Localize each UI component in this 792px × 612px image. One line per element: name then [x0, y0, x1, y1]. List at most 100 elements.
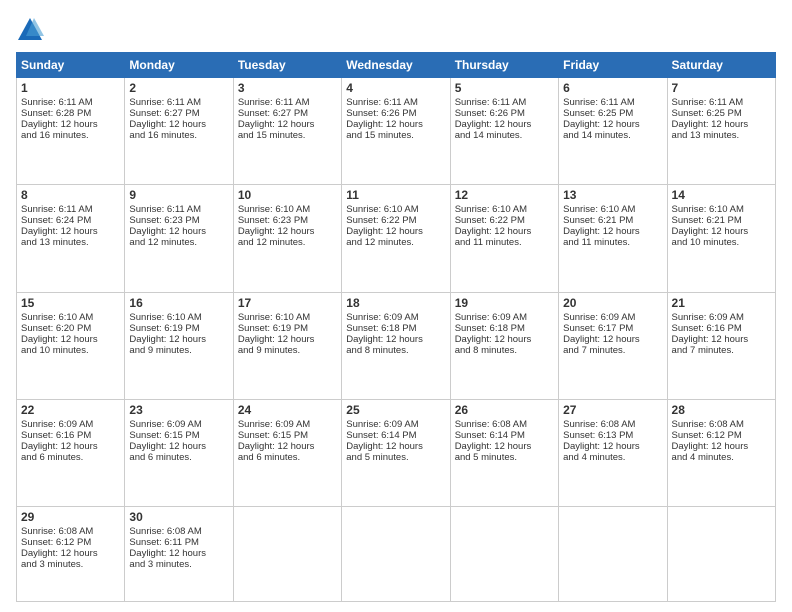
day-number: 5 — [455, 81, 554, 95]
daylight-label: Daylight: 12 hours — [238, 226, 315, 237]
sunrise-line: Sunrise: 6:09 AM — [672, 312, 744, 323]
daylight-label: Daylight: 12 hours — [672, 441, 749, 452]
daylight-minutes: and 10 minutes. — [21, 345, 89, 356]
calendar-cell: 16Sunrise: 6:10 AMSunset: 6:19 PMDayligh… — [125, 292, 233, 399]
sunrise-line: Sunrise: 6:08 AM — [563, 419, 635, 430]
day-number: 4 — [346, 81, 445, 95]
daylight-minutes: and 13 minutes. — [672, 130, 740, 141]
sunrise-line: Sunrise: 6:11 AM — [672, 97, 744, 108]
daylight-minutes: and 4 minutes. — [563, 452, 625, 463]
day-number: 9 — [129, 188, 228, 202]
col-header-thursday: Thursday — [450, 53, 558, 78]
sunset-line: Sunset: 6:22 PM — [346, 215, 416, 226]
sunrise-line: Sunrise: 6:10 AM — [672, 204, 744, 215]
calendar-cell: 26 Sunrise: 6:08 AMSunset: 6:14 PMDayligh… — [450, 399, 558, 506]
col-header-saturday: Saturday — [667, 53, 775, 78]
day-number: 23 — [129, 403, 228, 417]
sunrise-line: Sunrise: 6:08 AM — [672, 419, 744, 430]
daylight-minutes: and 4 minutes. — [672, 452, 734, 463]
calendar-cell: 15Sunrise: 6:10 AMSunset: 6:20 PMDayligh… — [17, 292, 125, 399]
calendar-cell: 30Sunrise: 6:08 AMSunset: 6:11 PMDayligh… — [125, 507, 233, 602]
day-number: 20 — [563, 296, 662, 310]
calendar-cell — [342, 507, 450, 602]
daylight-label: Daylight: 12 hours — [455, 441, 532, 452]
calendar-cell — [667, 507, 775, 602]
daylight-minutes: and 5 minutes. — [346, 452, 408, 463]
day-number: 27 — [563, 403, 662, 417]
daylight-label: Daylight: 12 hours — [455, 334, 532, 345]
daylight-label: Daylight: 12 hours — [563, 119, 640, 130]
sunrise-line: Sunrise: 6:08 AM — [129, 526, 201, 537]
day-number: 2 — [129, 81, 228, 95]
sunset-line: Sunset: 6:23 PM — [238, 215, 308, 226]
sunset-line: Sunset: 6:19 PM — [129, 323, 199, 334]
sunrise-line: Sunrise: 6:08 AM — [21, 526, 93, 537]
col-header-tuesday: Tuesday — [233, 53, 341, 78]
daylight-label: Daylight: 12 hours — [21, 334, 98, 345]
sunrise-line: Sunrise: 6:10 AM — [21, 312, 93, 323]
sunrise-line: Sunrise: 6:11 AM — [21, 97, 93, 108]
sunset-line: Sunset: 6:18 PM — [455, 323, 525, 334]
sunrise-line: Sunrise: 6:09 AM — [238, 419, 310, 430]
calendar-cell: 20Sunrise: 6:09 AMSunset: 6:17 PMDayligh… — [559, 292, 667, 399]
daylight-label: Daylight: 12 hours — [129, 119, 206, 130]
daylight-minutes: and 3 minutes. — [21, 559, 83, 570]
daylight-label: Daylight: 12 hours — [672, 119, 749, 130]
sunrise-line: Sunrise: 6:08 AM — [455, 419, 527, 430]
daylight-label: Daylight: 12 hours — [238, 119, 315, 130]
sunset-line: Sunset: 6:20 PM — [21, 323, 91, 334]
daylight-label: Daylight: 12 hours — [563, 441, 640, 452]
calendar-cell: 29Sunrise: 6:08 AMSunset: 6:12 PMDayligh… — [17, 507, 125, 602]
daylight-label: Daylight: 12 hours — [672, 226, 749, 237]
day-number: 18 — [346, 296, 445, 310]
daylight-label: Daylight: 12 hours — [563, 334, 640, 345]
sunset-line: Sunset: 6:15 PM — [129, 430, 199, 441]
daylight-minutes: and 6 minutes. — [129, 452, 191, 463]
page-header — [16, 16, 776, 44]
calendar-cell: 19Sunrise: 6:09 AMSunset: 6:18 PMDayligh… — [450, 292, 558, 399]
day-number: 14 — [672, 188, 771, 202]
day-number: 21 — [672, 296, 771, 310]
sunset-line: Sunset: 6:27 PM — [238, 108, 308, 119]
daylight-label: Daylight: 12 hours — [346, 441, 423, 452]
day-number: 3 — [238, 81, 337, 95]
sunset-line: Sunset: 6:22 PM — [455, 215, 525, 226]
daylight-label: Daylight: 12 hours — [672, 334, 749, 345]
calendar-cell: 10Sunrise: 6:10 AMSunset: 6:23 PMDayligh… — [233, 185, 341, 292]
day-number: 28 — [672, 403, 771, 417]
daylight-label: Daylight: 12 hours — [21, 119, 98, 130]
sunrise-line: Sunrise: 6:10 AM — [455, 204, 527, 215]
sunset-line: Sunset: 6:28 PM — [21, 108, 91, 119]
daylight-label: Daylight: 12 hours — [129, 226, 206, 237]
day-number: 26 — [455, 403, 554, 417]
calendar-cell: 6Sunrise: 6:11 AMSunset: 6:25 PMDaylight… — [559, 78, 667, 185]
sunrise-line: Sunrise: 6:10 AM — [563, 204, 635, 215]
calendar-cell: 18Sunrise: 6:09 AMSunset: 6:18 PMDayligh… — [342, 292, 450, 399]
col-header-wednesday: Wednesday — [342, 53, 450, 78]
calendar-cell — [450, 507, 558, 602]
day-number: 17 — [238, 296, 337, 310]
sunrise-line: Sunrise: 6:11 AM — [21, 204, 93, 215]
calendar-cell: 8Sunrise: 6:11 AMSunset: 6:24 PMDaylight… — [17, 185, 125, 292]
sunrise-line: Sunrise: 6:11 AM — [238, 97, 310, 108]
calendar-cell: 27Sunrise: 6:08 AMSunset: 6:13 PMDayligh… — [559, 399, 667, 506]
calendar-cell: 17Sunrise: 6:10 AMSunset: 6:19 PMDayligh… — [233, 292, 341, 399]
sunset-line: Sunset: 6:27 PM — [129, 108, 199, 119]
calendar-week-2: 8Sunrise: 6:11 AMSunset: 6:24 PMDaylight… — [17, 185, 776, 292]
sunrise-line: Sunrise: 6:09 AM — [129, 419, 201, 430]
calendar-cell: 5Sunrise: 6:11 AMSunset: 6:26 PMDaylight… — [450, 78, 558, 185]
day-number: 24 — [238, 403, 337, 417]
sunset-line: Sunset: 6:14 PM — [455, 430, 525, 441]
calendar-cell: 12Sunrise: 6:10 AMSunset: 6:22 PMDayligh… — [450, 185, 558, 292]
calendar-cell: 14Sunrise: 6:10 AMSunset: 6:21 PMDayligh… — [667, 185, 775, 292]
col-header-sunday: Sunday — [17, 53, 125, 78]
daylight-label: Daylight: 12 hours — [21, 548, 98, 559]
day-number: 19 — [455, 296, 554, 310]
sunset-line: Sunset: 6:24 PM — [21, 215, 91, 226]
daylight-minutes: and 13 minutes. — [21, 237, 89, 248]
calendar-week-5: 29Sunrise: 6:08 AMSunset: 6:12 PMDayligh… — [17, 507, 776, 602]
day-number: 11 — [346, 188, 445, 202]
daylight-minutes: and 16 minutes. — [129, 130, 197, 141]
sunrise-line: Sunrise: 6:10 AM — [129, 312, 201, 323]
daylight-minutes: and 6 minutes. — [21, 452, 83, 463]
